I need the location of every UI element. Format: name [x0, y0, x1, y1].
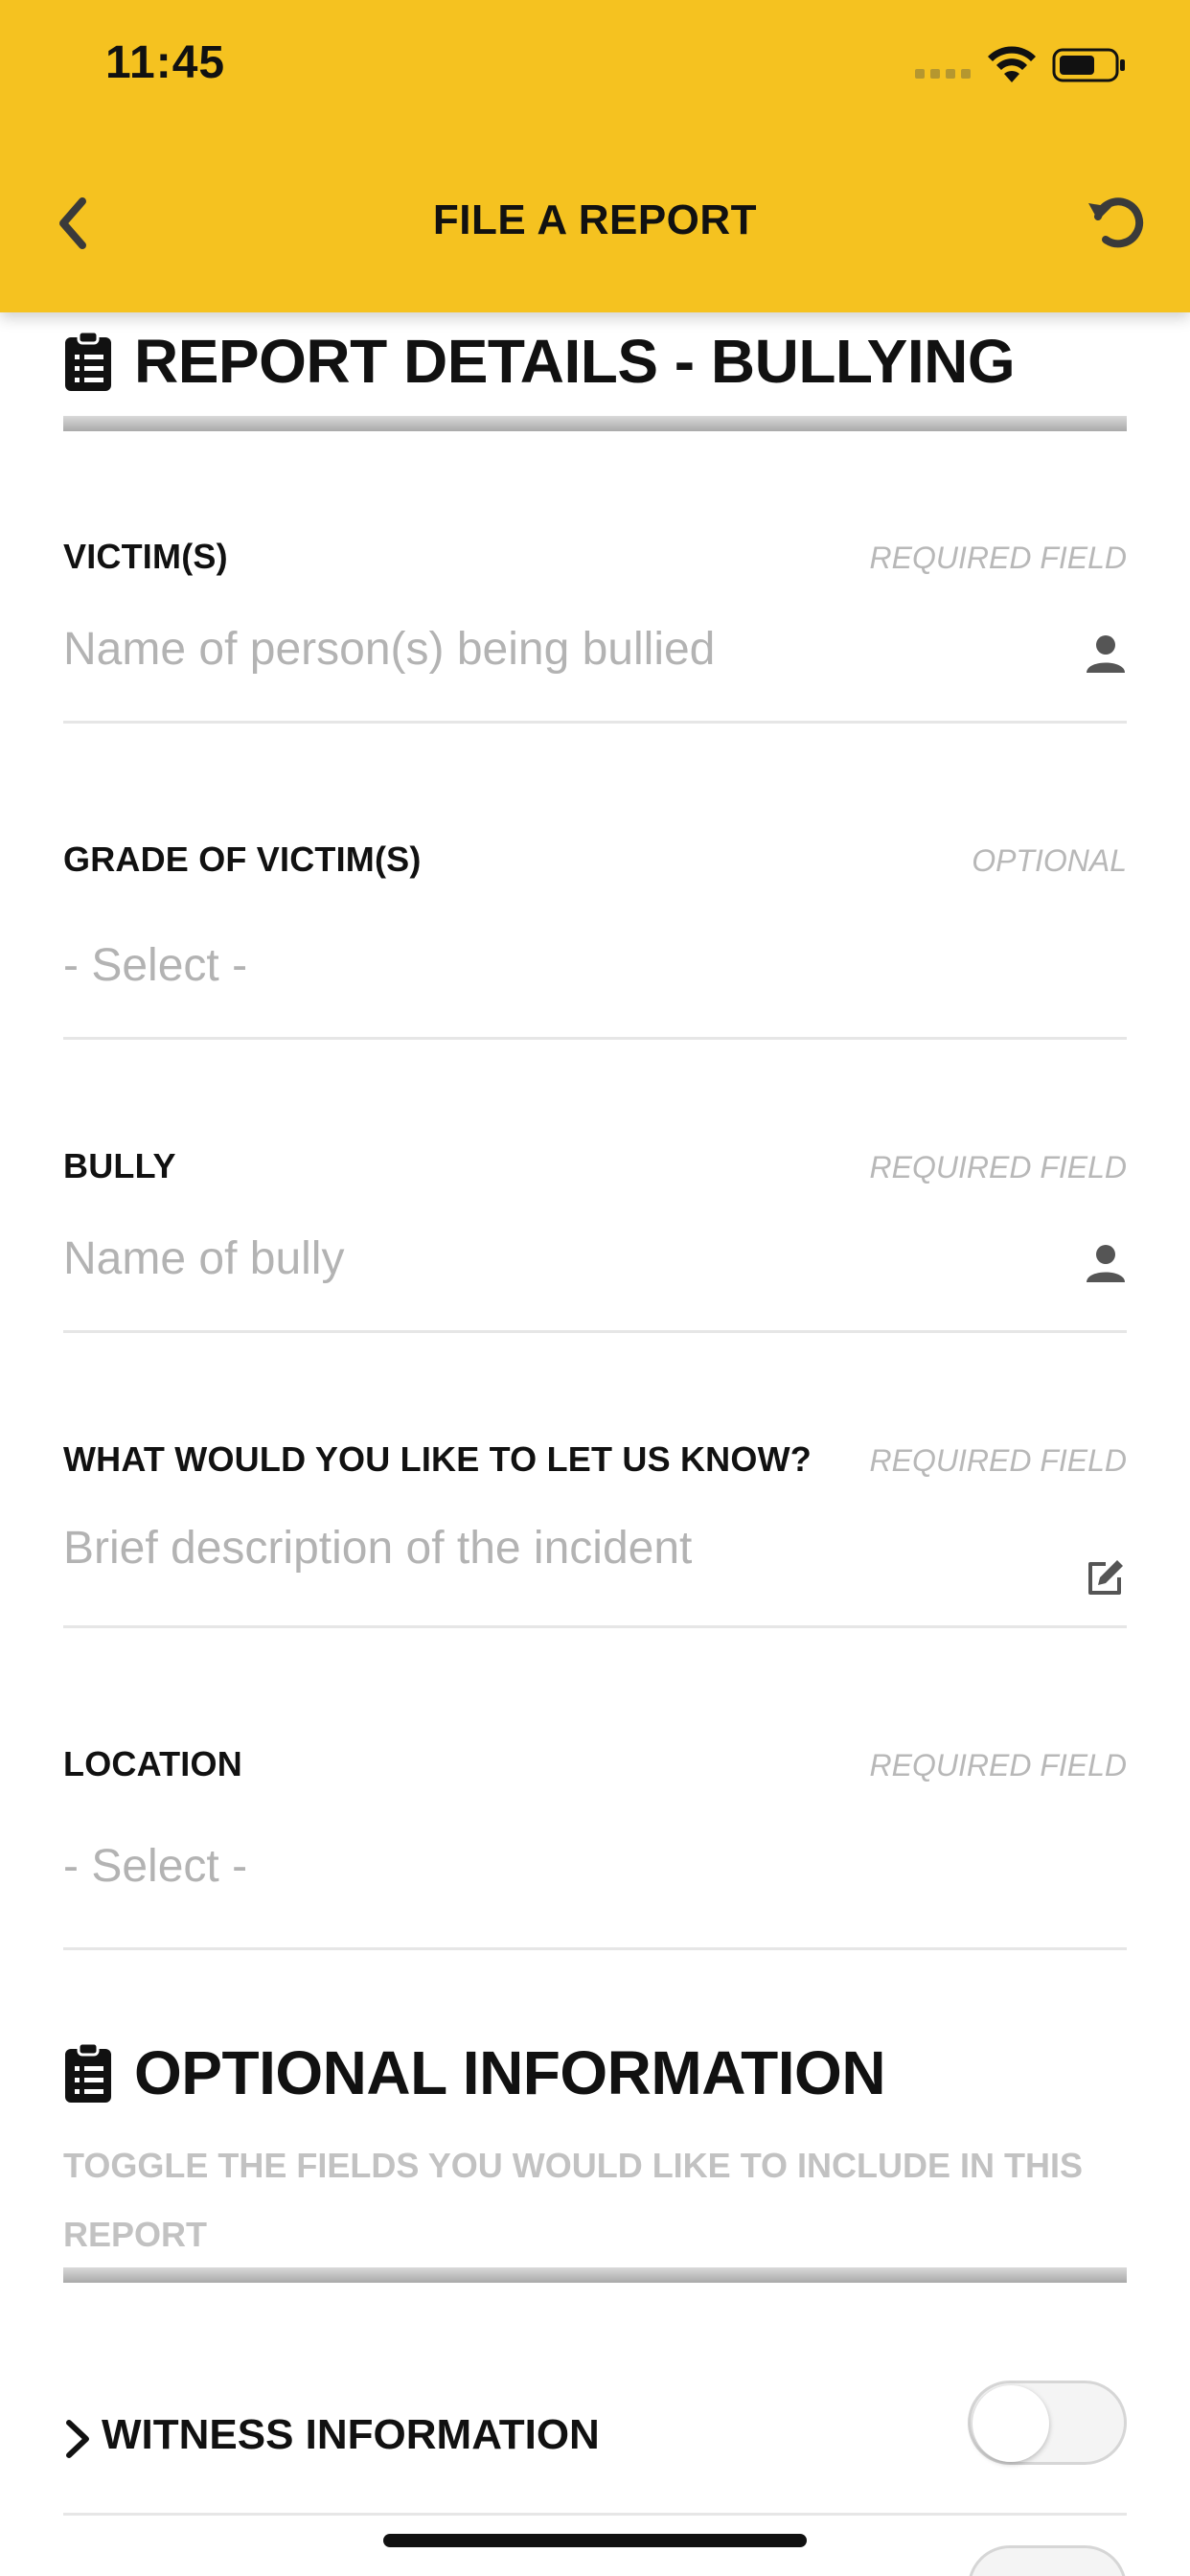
optional-info-heading: OPTIONAL INFORMATION [63, 2037, 886, 2108]
field-label: VICTIM(S) [63, 537, 228, 576]
witness-information-toggle[interactable] [968, 2380, 1127, 2465]
cellular-signal-icon [915, 69, 971, 79]
optional-hint: OPTIONAL [972, 843, 1127, 878]
grade-field: GRADE OF VICTIM(S) OPTIONAL [63, 840, 1127, 1040]
section-title: OPTIONAL INFORMATION [134, 2038, 886, 2107]
location-select[interactable] [63, 1832, 1002, 1899]
page-title: FILE A REPORT [432, 196, 758, 243]
required-hint: REQUIRED FIELD [869, 540, 1127, 575]
clipboard-icon [65, 330, 111, 391]
description-field: WHAT WOULD YOU LIKE TO LET US KNOW? REQU… [63, 1439, 1127, 1628]
chevron-right-icon [66, 2420, 89, 2458]
toggle-label: WITNESS INFORMATION [102, 2411, 600, 2458]
field-label: BULLY [63, 1146, 176, 1185]
clipboard-icon [65, 2041, 111, 2103]
home-indicator [383, 2534, 807, 2547]
reset-icon[interactable] [1083, 188, 1150, 255]
section-subtitle: TOGGLE THE FIELDS YOU WOULD LIKE TO INCL… [63, 2146, 1084, 2254]
report-details-heading: REPORT DETAILS - BULLYING [63, 326, 1016, 397]
person-icon [1087, 635, 1125, 673]
location-field: LOCATION REQUIRED FIELD [63, 1744, 1127, 1950]
section-divider [63, 2267, 1127, 2283]
toggle-knob [973, 2385, 1049, 2462]
required-hint: REQUIRED FIELD [869, 1150, 1127, 1184]
app-header: 11:45 FILE A REPORT [0, 0, 1190, 312]
required-hint: REQUIRED FIELD [869, 1443, 1127, 1478]
field-label: GRADE OF VICTIM(S) [63, 840, 422, 879]
description-input[interactable] [63, 1514, 1002, 1581]
section-divider [63, 416, 1127, 431]
victims-input[interactable] [63, 615, 1002, 682]
person-icon [1087, 1245, 1125, 1282]
victims-field: VICTIM(S) REQUIRED FIELD [63, 537, 1127, 724]
wifi-icon [988, 46, 1036, 82]
status-time: 11:45 [105, 37, 226, 88]
bully-input[interactable] [63, 1225, 1002, 1292]
grade-select[interactable] [63, 932, 1002, 999]
field-label: WHAT WOULD YOU LIKE TO LET US KNOW? [63, 1439, 812, 1479]
required-hint: REQUIRED FIELD [869, 1748, 1127, 1782]
field-label: LOCATION [63, 1744, 242, 1783]
section-title: REPORT DETAILS - BULLYING [134, 327, 1016, 396]
next-toggle[interactable] [968, 2545, 1127, 2576]
screen: 11:45 FILE A REPORT REPORT DETAILS - BUL… [0, 0, 1190, 2576]
battery-icon [1052, 48, 1125, 82]
witness-information-row[interactable]: WITNESS INFORMATION [63, 2369, 1127, 2516]
edit-icon [1088, 1560, 1123, 1595]
bully-field: BULLY REQUIRED FIELD [63, 1146, 1127, 1333]
